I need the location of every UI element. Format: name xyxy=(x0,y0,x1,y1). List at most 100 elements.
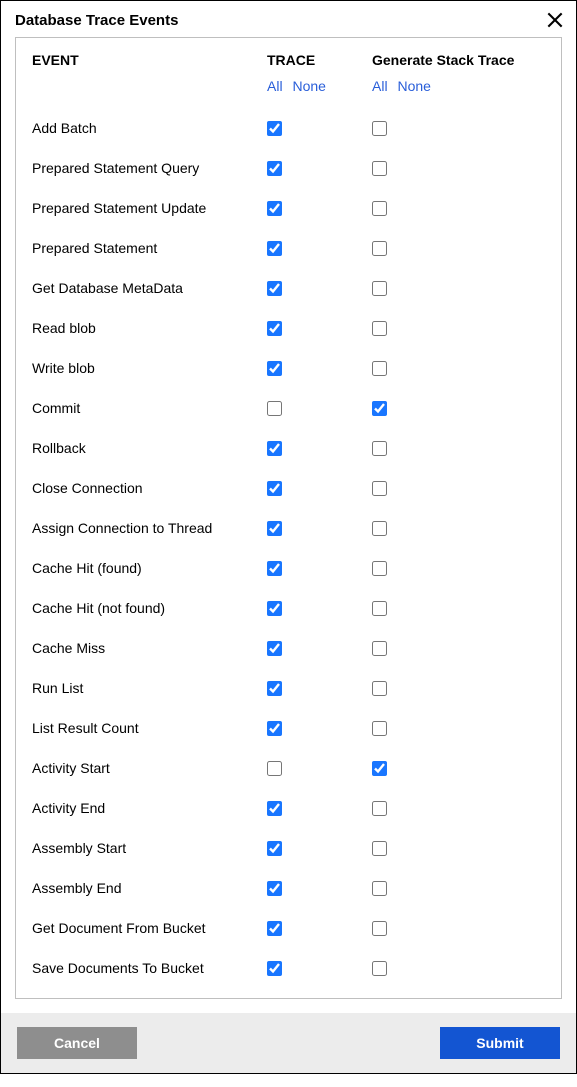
trace-checkbox[interactable] xyxy=(267,201,282,216)
stack-checkbox[interactable] xyxy=(372,361,387,376)
trace-none-link[interactable]: None xyxy=(292,78,325,94)
event-row: Add Batch xyxy=(32,108,545,148)
event-row: Get Document From Bucket xyxy=(32,908,545,948)
event-row: Cache Miss xyxy=(32,628,545,668)
event-row: Assembly Start xyxy=(32,828,545,868)
trace-cell xyxy=(267,521,372,536)
dialog-footer: Cancel Submit xyxy=(1,1013,576,1073)
stack-none-link[interactable]: None xyxy=(397,78,430,94)
event-name: Close Connection xyxy=(32,480,267,496)
events-body: Add Batch Prepared Statement Query Prepare… xyxy=(32,108,545,988)
trace-checkbox[interactable] xyxy=(267,521,282,536)
trace-checkbox[interactable] xyxy=(267,321,282,336)
trace-cell xyxy=(267,281,372,296)
stack-checkbox[interactable] xyxy=(372,241,387,256)
stack-checkbox[interactable] xyxy=(372,841,387,856)
stack-checkbox[interactable] xyxy=(372,921,387,936)
event-row: Prepared Statement Query xyxy=(32,148,545,188)
trace-checkbox[interactable] xyxy=(267,681,282,696)
submit-button[interactable]: Submit xyxy=(440,1027,560,1059)
event-name: Assign Connection to Thread xyxy=(32,520,267,536)
stack-checkbox[interactable] xyxy=(372,161,387,176)
event-row: Cache Hit (found) xyxy=(32,548,545,588)
column-header-row: EVENT TRACE Generate Stack Trace xyxy=(32,52,545,78)
trace-checkbox[interactable] xyxy=(267,761,282,776)
event-name: Prepared Statement Update xyxy=(32,200,267,216)
trace-cell xyxy=(267,561,372,576)
event-row: Activity Start xyxy=(32,748,545,788)
stack-checkbox[interactable] xyxy=(372,761,387,776)
event-row: Assembly End xyxy=(32,868,545,908)
stack-cell xyxy=(372,841,545,856)
stack-checkbox[interactable] xyxy=(372,521,387,536)
stack-checkbox[interactable] xyxy=(372,441,387,456)
trace-cell xyxy=(267,921,372,936)
dialog-content: EVENT TRACE Generate Stack Trace All Non… xyxy=(15,37,562,999)
close-icon xyxy=(545,10,565,30)
trace-cell xyxy=(267,241,372,256)
stack-checkbox[interactable] xyxy=(372,121,387,136)
trace-all-link[interactable]: All xyxy=(267,78,283,94)
event-row: Get Database MetaData xyxy=(32,268,545,308)
stack-cell xyxy=(372,481,545,496)
event-row: Read blob xyxy=(32,308,545,348)
event-row: Cache Hit (not found) xyxy=(32,588,545,628)
trace-cell xyxy=(267,361,372,376)
trace-checkbox[interactable] xyxy=(267,361,282,376)
event-name: Activity End xyxy=(32,800,267,816)
stack-checkbox[interactable] xyxy=(372,481,387,496)
trace-checkbox[interactable] xyxy=(267,481,282,496)
trace-checkbox[interactable] xyxy=(267,121,282,136)
stack-checkbox[interactable] xyxy=(372,721,387,736)
stack-cell xyxy=(372,881,545,896)
trace-cell xyxy=(267,321,372,336)
header-event: EVENT xyxy=(32,52,267,68)
event-name: Add Batch xyxy=(32,120,267,136)
event-name: Prepared Statement Query xyxy=(32,160,267,176)
trace-cell xyxy=(267,121,372,136)
stack-checkbox[interactable] xyxy=(372,401,387,416)
stack-cell xyxy=(372,961,545,976)
event-name: Assembly Start xyxy=(32,840,267,856)
stack-cell xyxy=(372,161,545,176)
cancel-button[interactable]: Cancel xyxy=(17,1027,137,1059)
stack-cell xyxy=(372,321,545,336)
stack-checkbox[interactable] xyxy=(372,561,387,576)
close-button[interactable] xyxy=(544,9,566,31)
stack-checkbox[interactable] xyxy=(372,281,387,296)
stack-checkbox[interactable] xyxy=(372,961,387,976)
trace-checkbox[interactable] xyxy=(267,921,282,936)
stack-checkbox[interactable] xyxy=(372,201,387,216)
stack-cell xyxy=(372,681,545,696)
trace-checkbox[interactable] xyxy=(267,601,282,616)
trace-cell xyxy=(267,761,372,776)
dialog-title: Database Trace Events xyxy=(15,12,178,29)
trace-checkbox[interactable] xyxy=(267,961,282,976)
trace-checkbox[interactable] xyxy=(267,561,282,576)
stack-checkbox[interactable] xyxy=(372,681,387,696)
trace-checkbox[interactable] xyxy=(267,641,282,656)
trace-events-dialog: Database Trace Events EVENT TRACE Genera… xyxy=(0,0,577,1074)
trace-checkbox[interactable] xyxy=(267,801,282,816)
trace-checkbox[interactable] xyxy=(267,401,282,416)
stack-checkbox[interactable] xyxy=(372,601,387,616)
trace-checkbox[interactable] xyxy=(267,281,282,296)
event-row: Assign Connection to Thread xyxy=(32,508,545,548)
trace-checkbox[interactable] xyxy=(267,881,282,896)
trace-checkbox[interactable] xyxy=(267,441,282,456)
stack-checkbox[interactable] xyxy=(372,801,387,816)
stack-checkbox[interactable] xyxy=(372,881,387,896)
trace-checkbox[interactable] xyxy=(267,241,282,256)
trace-checkbox[interactable] xyxy=(267,841,282,856)
trace-checkbox[interactable] xyxy=(267,721,282,736)
event-name: Cache Miss xyxy=(32,640,267,656)
trace-checkbox[interactable] xyxy=(267,161,282,176)
event-row: Commit xyxy=(32,388,545,428)
stack-checkbox[interactable] xyxy=(372,321,387,336)
stack-cell xyxy=(372,281,545,296)
stack-checkbox[interactable] xyxy=(372,641,387,656)
event-row: Activity End xyxy=(32,788,545,828)
stack-cell xyxy=(372,401,545,416)
stack-all-link[interactable]: All xyxy=(372,78,388,94)
stack-cell xyxy=(372,201,545,216)
